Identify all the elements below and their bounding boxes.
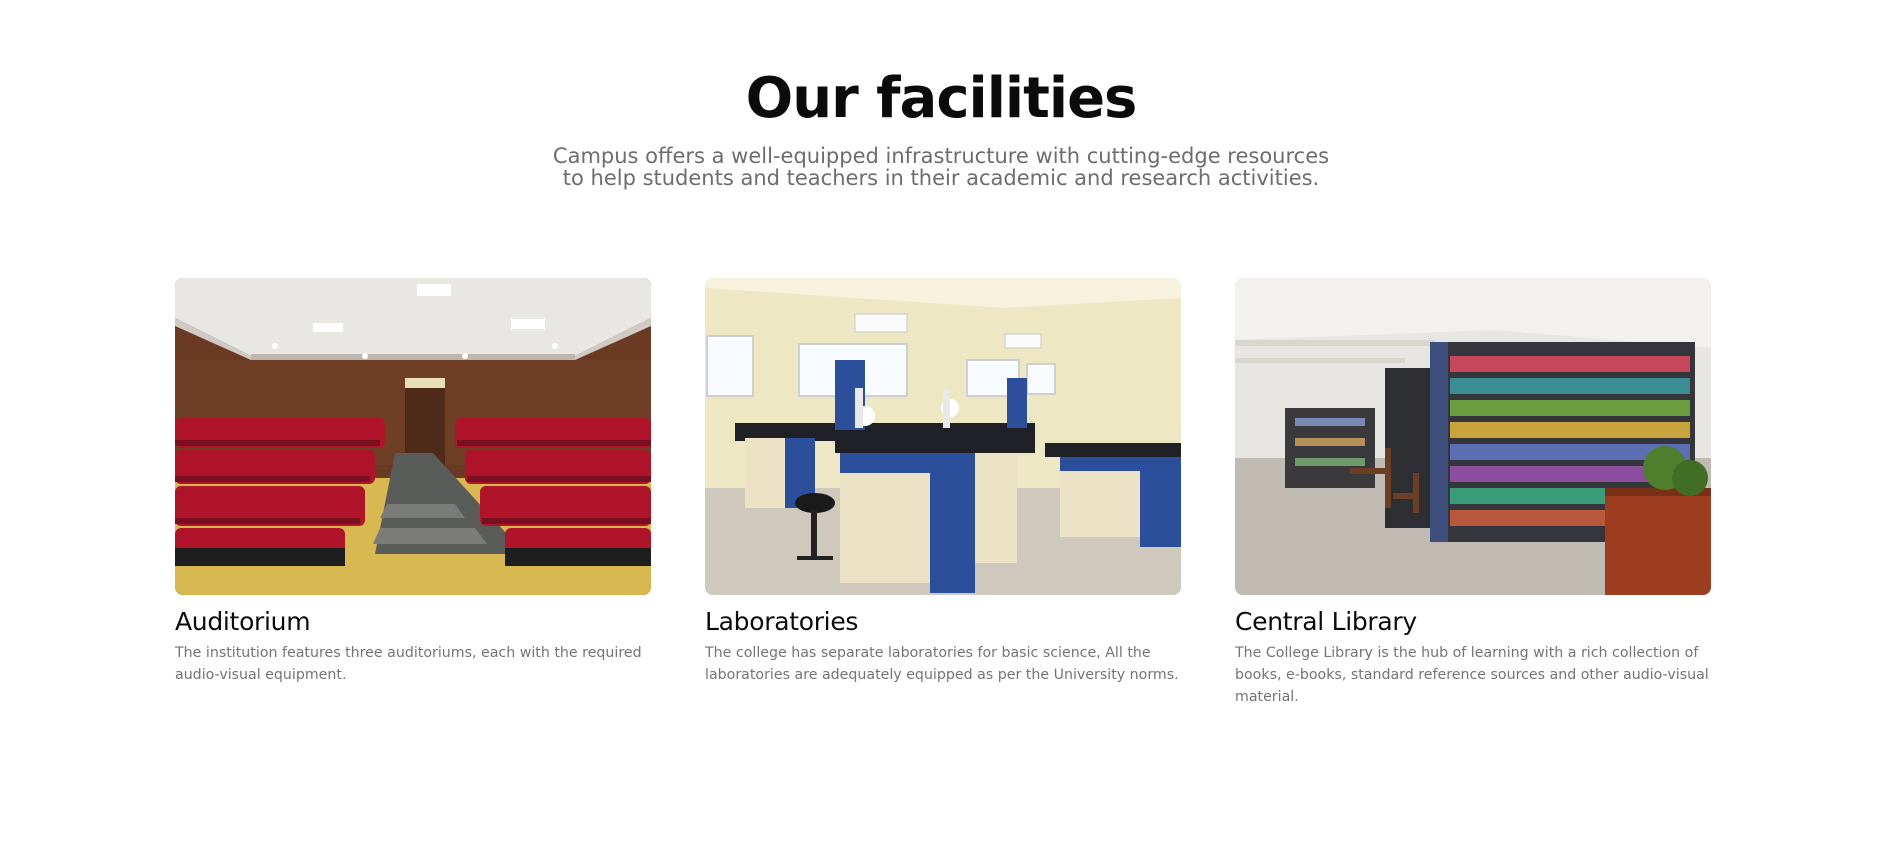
facilities-section: Our facilities Campus offers a well-equi…: [0, 0, 1882, 855]
library-photo: [1235, 278, 1711, 595]
facility-title: Laboratories: [705, 607, 859, 636]
facility-title: Central Library: [1235, 607, 1417, 636]
facility-card-auditorium[interactable]: Auditorium The institution features thre…: [175, 278, 651, 686]
facility-description: The institution features three auditoriu…: [175, 645, 642, 683]
facility-description: The college has separate laboratories fo…: [705, 645, 1179, 683]
facility-card-laboratories[interactable]: Laboratories The college has separate la…: [705, 278, 1181, 686]
facility-card-central-library[interactable]: Central Library The College Library is t…: [1235, 278, 1711, 708]
facility-description: The College Library is the hub of learni…: [1235, 645, 1709, 705]
auditorium-photo: [175, 278, 651, 595]
section-title: Our facilities: [745, 66, 1138, 131]
section-subtitle: Campus offers a well-equipped infrastruc…: [552, 144, 1330, 190]
laboratory-photo: [705, 278, 1181, 595]
facility-title: Auditorium: [175, 607, 311, 636]
